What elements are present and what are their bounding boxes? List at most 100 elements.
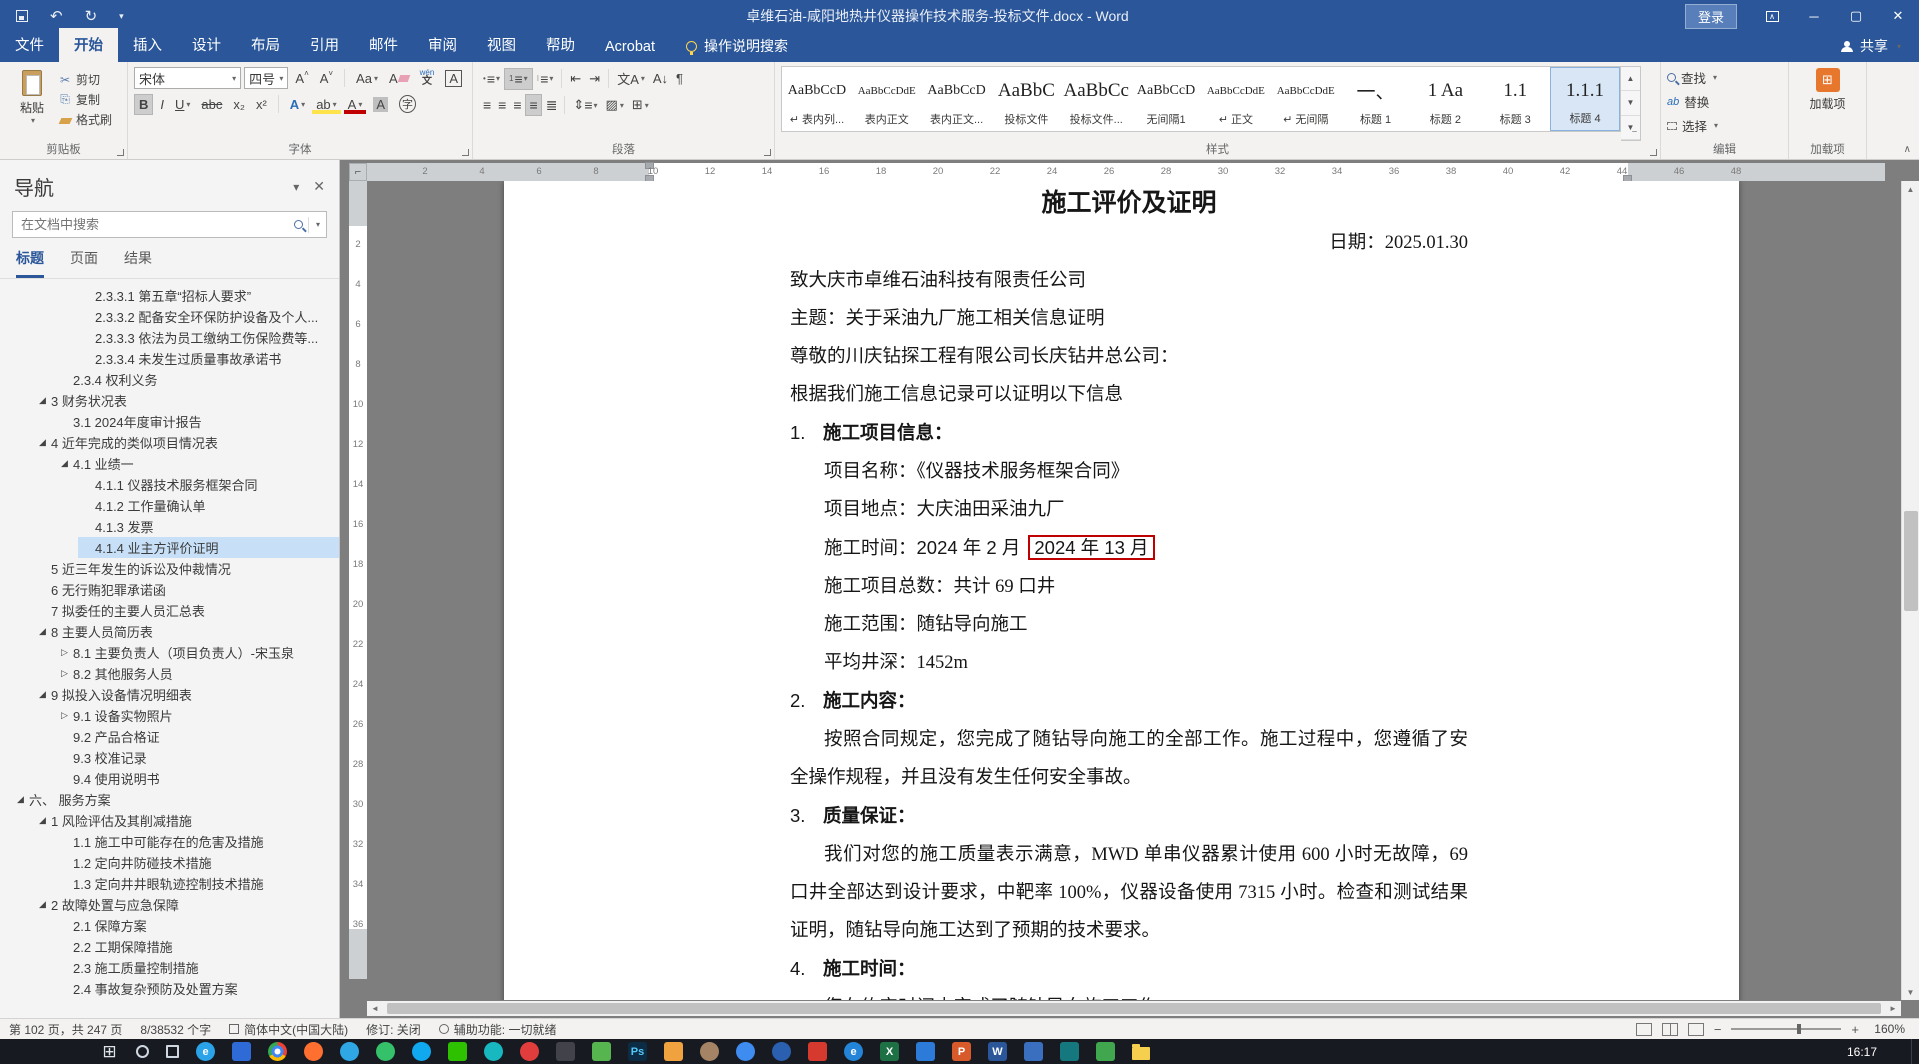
nav-search-input[interactable] — [19, 216, 294, 233]
redo-icon[interactable]: ↻ — [85, 7, 98, 25]
app-navy-icon[interactable] — [772, 1042, 791, 1061]
nav-tab-results[interactable]: 结果 — [124, 248, 152, 278]
highlight-color-button[interactable]: ab ▾ — [312, 95, 340, 114]
find-button[interactable]: 查找 ▾ — [1667, 68, 1782, 87]
nav-heading-item[interactable]: 9.2 产品合格证 — [0, 726, 339, 747]
clipboard-dialog-launcher-icon[interactable] — [117, 149, 124, 156]
replace-button[interactable]: ab 替换 — [1667, 92, 1782, 111]
nav-heading-item[interactable]: ▷ 8.2 其他服务人员 — [0, 663, 339, 684]
collapse-arrow-icon[interactable]: ◢ — [34, 899, 51, 910]
nav-heading-item[interactable]: 4.1.2 工作量确认单 — [0, 495, 339, 516]
nav-search-box[interactable]: ▾ — [12, 211, 327, 238]
ribbon-tab-插入[interactable]: 插入 — [118, 28, 177, 62]
undo-icon[interactable]: ↶ — [50, 7, 63, 25]
expand-arrow-icon[interactable]: ▷ — [56, 668, 73, 679]
copy-button[interactable]: ⎘ 复制 — [58, 91, 112, 108]
page-number-status[interactable]: 第 102 页，共 247 页 — [0, 1021, 131, 1038]
app-blue3-icon[interactable] — [1024, 1042, 1043, 1061]
superscript-button[interactable]: x² — [252, 95, 271, 114]
firefox-icon[interactable] — [304, 1042, 323, 1061]
nav-heading-item[interactable]: ◢ 9 拟投入设备情况明细表 — [0, 684, 339, 705]
nav-heading-item[interactable]: 2.2 工期保障措施 — [0, 936, 339, 957]
doc-line[interactable]: 尊敬的川庆钻探工程有限公司长庆钻井总公司： — [790, 338, 1468, 376]
qat-customize-icon[interactable]: ▾ — [119, 11, 124, 22]
phonetic-guide-button[interactable]: wén 文 — [416, 67, 439, 89]
multilevel-list-button[interactable]: ⁝ ≡ ▾ — [533, 69, 558, 89]
scroll-down-icon[interactable]: ▼ — [1902, 984, 1919, 1000]
doc-line[interactable]: 施工时间：2024 年 2 月 2024 年 13 月 — [790, 529, 1468, 568]
track-changes-status[interactable]: 修订: 关闭 — [357, 1021, 430, 1038]
ribbon-tab-布局[interactable]: 布局 — [236, 28, 295, 62]
nav-heading-item[interactable]: 5 近三年发生的诉讼及仲裁情况 — [0, 558, 339, 579]
addins-icon[interactable]: ⊞ — [1815, 68, 1840, 92]
collapse-arrow-icon[interactable]: ◢ — [34, 815, 51, 826]
save-icon[interactable] — [16, 10, 28, 22]
show-desktop-button[interactable] — [1911, 1039, 1919, 1064]
style-item[interactable]: 一、 标题 1 — [1341, 67, 1411, 131]
borders-button[interactable]: ⊞ ▾ — [628, 95, 653, 115]
ribbon-tab-视图[interactable]: 视图 — [472, 28, 531, 62]
ribbon-tab-引用[interactable]: 引用 — [295, 28, 354, 62]
nav-heading-item[interactable]: 9.3 校准记录 — [0, 747, 339, 768]
doc-line[interactable]: 项目名称：《仪器技术服务框架合同》 — [790, 453, 1468, 491]
font-size-combobox[interactable]: 四号 ▾ — [244, 67, 289, 89]
ribbon-tab-Acrobat[interactable]: Acrobat — [590, 33, 670, 62]
horizontal-scrollbar[interactable]: ◄ ► — [367, 1001, 1901, 1016]
nav-heading-item[interactable]: 3.1 2024年度审计报告 — [0, 411, 339, 432]
search-icon[interactable] — [136, 1045, 149, 1058]
style-item[interactable]: 1 Aa 标题 2 — [1410, 67, 1480, 131]
vertical-scroll-thumb[interactable] — [1904, 511, 1918, 611]
doc-line[interactable]: 平均井深：1452m — [790, 644, 1468, 682]
browser-icon[interactable]: e — [844, 1042, 863, 1061]
zoom-slider[interactable] — [1731, 1024, 1842, 1034]
nav-heading-item[interactable]: 2.3 施工质量控制措施 — [0, 957, 339, 978]
style-item[interactable]: AaBbCcD 无间隔1 — [1131, 67, 1201, 131]
nav-heading-item[interactable]: 2.3.3.2 配备安全环保防护设备及个人... — [0, 306, 339, 327]
paste-button[interactable]: 粘贴 ▾ — [6, 67, 58, 141]
align-left-button[interactable]: ≡ — [479, 95, 494, 115]
ribbon-tab-开始[interactable]: 开始 — [59, 28, 118, 62]
app-azure-icon[interactable] — [736, 1042, 755, 1061]
show-hide-marks-button[interactable]: ¶ — [672, 69, 687, 88]
nav-heading-item[interactable]: 9.4 使用说明书 — [0, 768, 339, 789]
style-item[interactable]: 1.1.1 标题 4 — [1550, 67, 1620, 131]
expand-arrow-icon[interactable]: ▷ — [56, 647, 73, 658]
collapse-arrow-icon[interactable]: ◢ — [12, 794, 29, 805]
select-button[interactable]: 选择 ▾ — [1667, 116, 1782, 135]
nav-heading-item[interactable]: ▷ 8.1 主要负责人（项目负责人）-宋玉泉 — [0, 642, 339, 663]
language-status[interactable]: 简体中文(中国大陆) — [220, 1021, 357, 1038]
nav-heading-item[interactable]: 2.3.3.4 未发生过质量事故承诺书 — [0, 348, 339, 369]
login-button[interactable]: 登录 — [1684, 3, 1737, 29]
align-right-button[interactable]: ≡ — [509, 95, 524, 115]
zoom-slider-thumb[interactable] — [1797, 1024, 1802, 1034]
expand-arrow-icon[interactable]: ▷ — [56, 710, 73, 721]
nav-heading-item[interactable]: 2.3.4 权利义务 — [0, 369, 339, 390]
vertical-scrollbar[interactable]: ▲ ▼ — [1901, 181, 1919, 1000]
nav-heading-item[interactable]: 2.3.3.3 依法为员工缴纳工伤保险费等... — [0, 327, 339, 348]
doc-line[interactable]: 我们对您的施工质量表示满意，MWD 单串仪器累计使用 600 小时无故障，69 … — [790, 836, 1468, 950]
shading-button[interactable]: ▨ ▾ — [602, 95, 628, 115]
doc-heading[interactable]: 2. 施工内容： — [790, 682, 1468, 721]
pdf-reader-icon[interactable] — [808, 1042, 827, 1061]
scroll-up-icon[interactable]: ▲ — [1902, 181, 1919, 197]
collapse-arrow-icon[interactable]: ◢ — [34, 395, 51, 406]
paragraph-dialog-launcher-icon[interactable] — [764, 149, 771, 156]
nav-heading-item[interactable]: ◢ 3 财务状况表 — [0, 390, 339, 411]
app-teal2-icon[interactable] — [1060, 1042, 1079, 1061]
nav-heading-item[interactable]: 2.4 事故复杂预防及处置方案 — [0, 978, 339, 999]
text-effects-button[interactable]: A ▾ — [286, 95, 309, 114]
doc-heading[interactable]: 1. 施工项目信息： — [790, 414, 1468, 453]
bold-button[interactable]: B — [134, 93, 154, 115]
collapse-arrow-icon[interactable]: ◢ — [56, 458, 73, 469]
zoom-out-icon[interactable]: − — [1714, 1022, 1722, 1037]
nav-heading-item[interactable]: 1.2 定向井防碰技术措施 — [0, 852, 339, 873]
nav-heading-item[interactable]: 1.3 定向井井眼轨迹控制技术措施 — [0, 873, 339, 894]
decrease-indent-button[interactable]: ⇤ — [566, 69, 585, 89]
strikethrough-button[interactable]: abc — [197, 95, 226, 114]
app-tan-icon[interactable] — [700, 1042, 719, 1061]
bullets-button[interactable]: • ≡ ▾ — [479, 69, 504, 89]
share-button[interactable]: 共享 ▾ — [1840, 36, 1919, 62]
close-icon[interactable]: ✕ — [1877, 0, 1919, 32]
web-layout-icon[interactable] — [1687, 1022, 1704, 1036]
qq-icon[interactable] — [412, 1042, 431, 1061]
